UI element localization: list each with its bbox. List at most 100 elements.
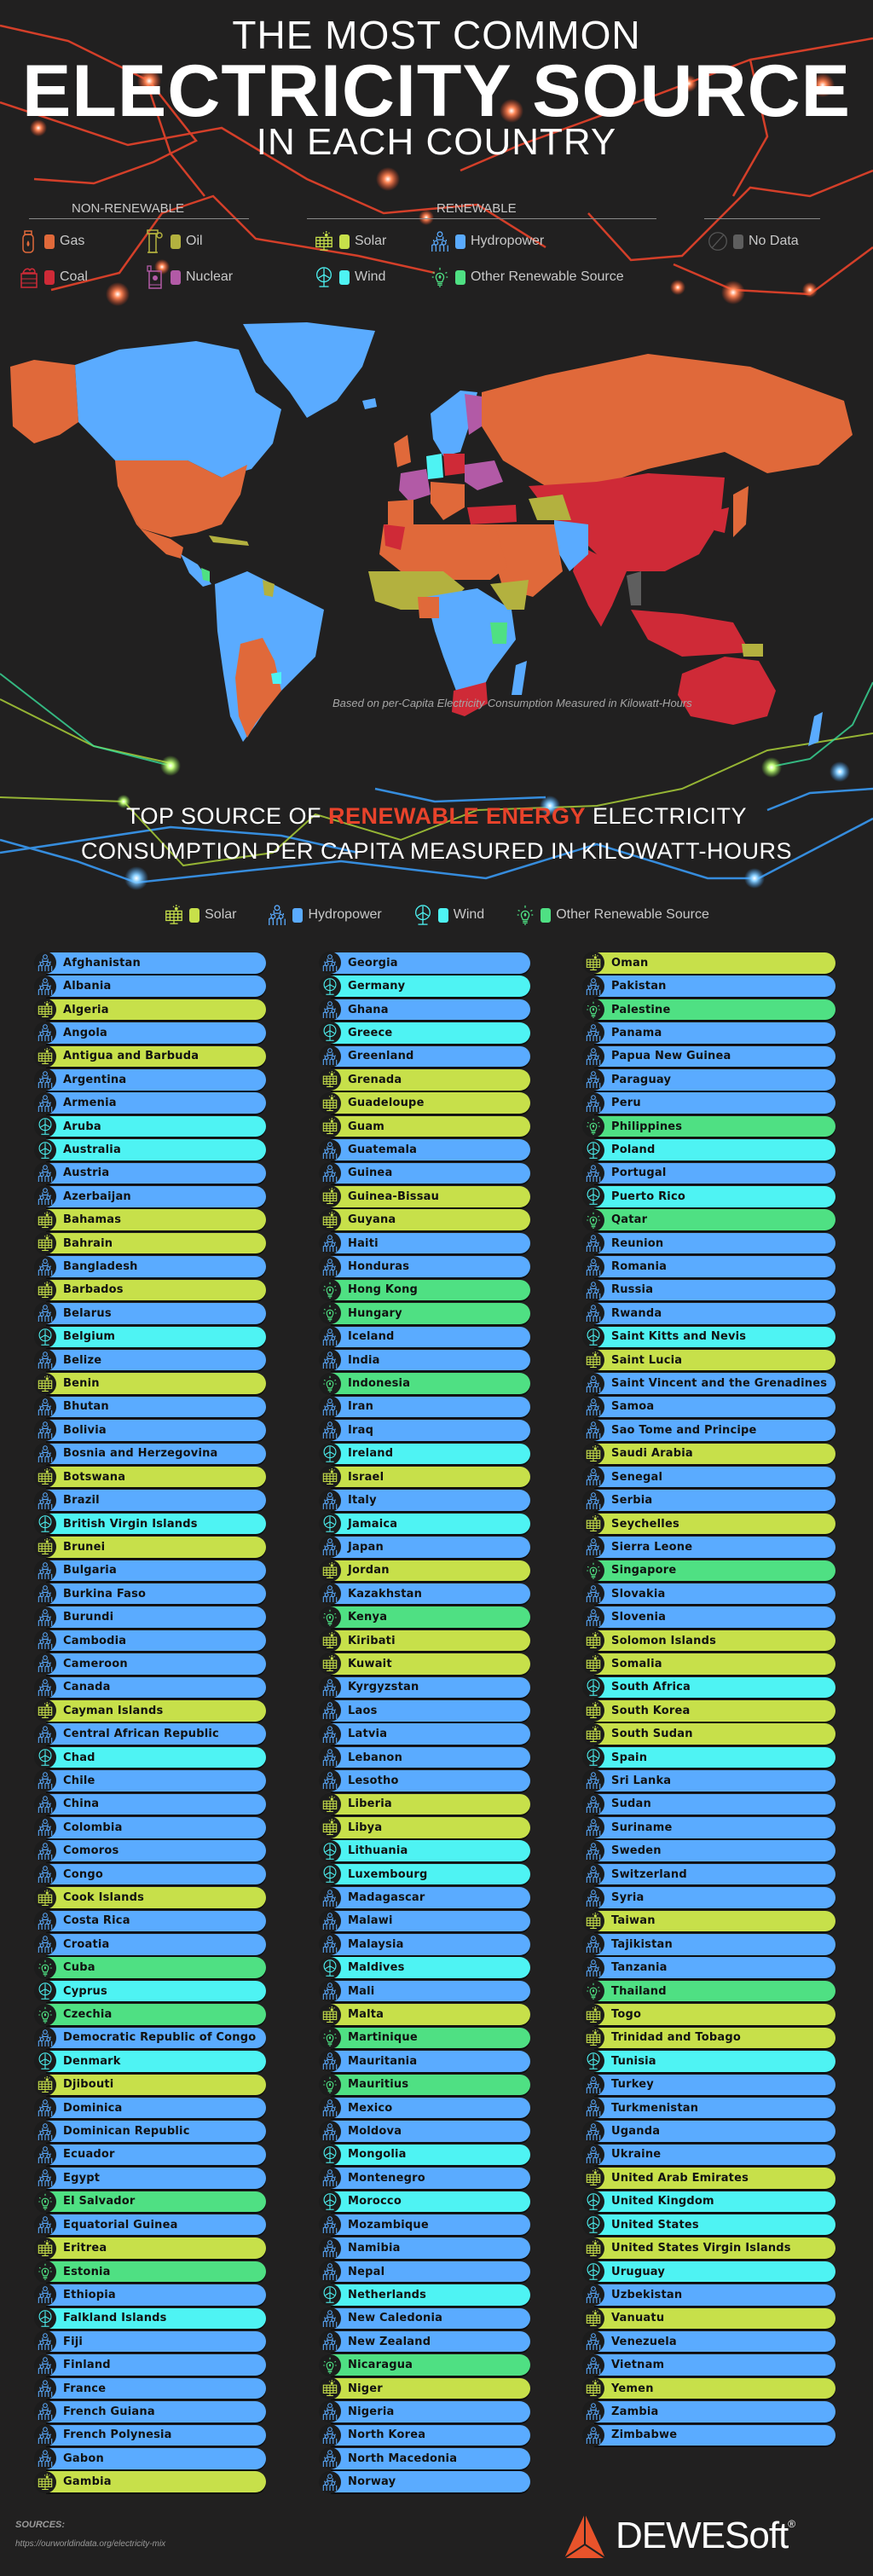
- wind-turbine-icon: [34, 1746, 56, 1769]
- country-name: Vanuatu: [611, 2312, 665, 2325]
- hydropower-dam-icon: [34, 1185, 56, 1208]
- country-name: Spain: [611, 1751, 648, 1764]
- country-row: Cayman Islands: [34, 1699, 266, 1722]
- country-row: Vietnam: [582, 2353, 835, 2376]
- map-region-italy-balkans: [431, 482, 465, 520]
- country-name: Palestine: [611, 1003, 671, 1016]
- lightbulb-icon: [582, 999, 604, 1022]
- hydropower-dam-icon: [34, 1606, 56, 1629]
- country-row: Lithuania: [319, 1839, 530, 1862]
- hydropower-dam-icon: [319, 1536, 341, 1559]
- country-row: Cuba: [34, 1956, 266, 1979]
- country-row: Lebanon: [319, 1746, 530, 1769]
- hydropower-dam-icon: [319, 1161, 341, 1184]
- country-row: Cook Islands: [34, 1886, 266, 1909]
- solar-panel-icon: [582, 1442, 604, 1465]
- legend-item-other: Other Renewable Source: [430, 264, 624, 290]
- country-name: Mauritania: [348, 2054, 418, 2068]
- country-name: Montenegro: [348, 2171, 425, 2185]
- wind-turbine-icon: [319, 1863, 341, 1886]
- country-row: Botswana: [34, 1466, 266, 1489]
- country-name: Morocco: [348, 2195, 402, 2208]
- country-row: Niger: [319, 2377, 530, 2400]
- map-region-uk: [394, 435, 411, 467]
- country-row: Zimbabwe: [582, 2423, 835, 2446]
- country-row: Guadeloupe: [319, 1091, 530, 1114]
- country-name: Algeria: [63, 1003, 109, 1016]
- hydropower-dam-icon: [582, 1022, 604, 1045]
- lightbulb-icon: [582, 1115, 604, 1138]
- country-row: Angola: [34, 1022, 266, 1045]
- country-row: Saint Kitts and Nevis: [582, 1325, 835, 1348]
- hydropower-dam-icon: [34, 2377, 56, 2400]
- country-row: Cyprus: [34, 1980, 266, 2003]
- solar-panel-icon: [319, 1792, 341, 1815]
- country-row: Cambodia: [34, 1630, 266, 1653]
- hydropower-dam-icon: [34, 952, 56, 975]
- map-region-uruguay: [271, 672, 281, 684]
- country-row: Gabon: [34, 2447, 266, 2470]
- country-name: Lithuania: [348, 1844, 408, 1858]
- legend-label-nuclear: Nuclear: [186, 269, 234, 284]
- country-name: United Kingdom: [611, 2195, 714, 2208]
- hydropower-dam-icon: [34, 1863, 56, 1886]
- hydropower-dam-icon: [319, 1933, 341, 1956]
- solar-panel-icon: [319, 1816, 341, 1839]
- country-name: Belgium: [63, 1330, 116, 1344]
- legend-non-renewable-title: NON-RENEWABLE: [72, 201, 184, 216]
- country-name: Turkey: [611, 2078, 654, 2092]
- sources-link[interactable]: https://ourworldindata.org/electricity-m…: [15, 2539, 165, 2549]
- country-row: Guinea-Bissau: [319, 1185, 530, 1208]
- coal-cart-icon: [19, 264, 39, 290]
- section2-title-accent: RENEWABLE ENERGY: [327, 803, 587, 829]
- section2-title-line-2: CONSUMPTION PER CAPITA MEASURED IN KILOW…: [80, 838, 793, 864]
- country-name: French Guiana: [63, 2405, 155, 2418]
- country-row: Serbia: [582, 1489, 835, 1512]
- hydropower-dam-icon: [319, 2120, 341, 2143]
- hydropower-dam-icon: [582, 1839, 604, 1862]
- country-row: Croatia: [34, 1933, 266, 1956]
- country-row: Saint Vincent and the Grenadines: [582, 1372, 835, 1395]
- country-row: Benin: [34, 1372, 266, 1395]
- country-row: New Caledonia: [319, 2307, 530, 2330]
- hydropower-dam-icon: [319, 2097, 341, 2120]
- country-row: Burkina Faso: [34, 1583, 266, 1606]
- country-row: Switzerland: [582, 1863, 835, 1886]
- country-name: Equatorial Guinea: [63, 2218, 178, 2232]
- country-row: Turkmenistan: [582, 2097, 835, 2120]
- country-name: Ireland: [348, 1447, 394, 1461]
- hydropower-dam-icon: [34, 1349, 56, 1372]
- country-row: Madagascar: [319, 1886, 530, 1909]
- country-row: Chad: [34, 1746, 266, 1769]
- hydropower-dam-icon: [34, 1489, 56, 1512]
- legend-label-wind: Wind: [355, 269, 386, 284]
- country-name: Bulgaria: [63, 1564, 117, 1577]
- country-name: Antigua and Barbuda: [63, 1050, 199, 1063]
- country-name: Austria: [63, 1166, 110, 1180]
- map-region-poland: [443, 454, 465, 476]
- solar-panel-icon: [34, 1886, 56, 1909]
- solar-panel-icon: [582, 1630, 604, 1653]
- hydropower-swatch: [292, 907, 304, 923]
- hydropower-dam-icon: [582, 1372, 604, 1395]
- hydropower-dam-icon: [582, 1278, 604, 1301]
- country-row: Pakistan: [582, 975, 835, 998]
- country-row: Yemen: [582, 2377, 835, 2400]
- country-name: France: [63, 2382, 107, 2395]
- lightbulb-icon: [582, 1559, 604, 1582]
- hydropower-dam-icon: [34, 1022, 56, 1045]
- country-row: Australia: [34, 1138, 266, 1161]
- country-row: French Polynesia: [34, 2423, 266, 2446]
- legend-item-coal: Coal: [19, 264, 88, 290]
- oil-barrel-icon: [145, 229, 165, 254]
- country-name: Tanzania: [611, 1961, 668, 1975]
- country-name: Mali: [348, 1984, 375, 1998]
- hydropower-dam-icon: [582, 1395, 604, 1418]
- country-name: Moldova: [348, 2125, 402, 2139]
- country-name: Trinidad and Tobago: [611, 2031, 741, 2045]
- country-name: Serbia: [611, 1494, 653, 1508]
- lightbulb-icon: [582, 1208, 604, 1231]
- hydropower-dam-icon: [582, 1956, 604, 1979]
- solar-panel-icon: [582, 1909, 604, 1932]
- country-name: Japan: [348, 1540, 384, 1554]
